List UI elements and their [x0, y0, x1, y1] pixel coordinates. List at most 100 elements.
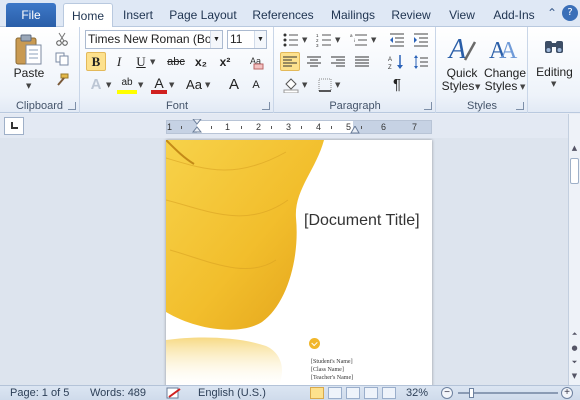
multilevel-list-button[interactable]: ai [347, 31, 371, 49]
scroll-up-icon[interactable]: ▲ [570, 144, 579, 154]
text-effects-button[interactable]: A [86, 75, 106, 94]
web-layout-view-icon[interactable] [346, 387, 360, 399]
tab-review[interactable]: Review [388, 3, 434, 27]
bullets-dropdown-icon[interactable]: ▼ [302, 36, 307, 44]
clipboard-launcher-icon[interactable] [68, 102, 76, 110]
chevron-down-icon: ▼ [210, 31, 222, 48]
change-case-button[interactable]: Aa [183, 75, 205, 94]
underline-button[interactable]: U [132, 52, 150, 71]
scroll-down-icon[interactable]: ▼ [570, 372, 579, 382]
borders-button[interactable] [315, 75, 335, 94]
shading-dropdown-icon[interactable]: ▼ [302, 81, 307, 89]
print-layout-view-icon[interactable] [310, 387, 324, 399]
increase-indent-button[interactable] [411, 31, 431, 49]
underline-dropdown-icon[interactable]: ▼ [150, 58, 155, 66]
ruler-right-margin [353, 121, 431, 133]
show-formatting-button[interactable]: ¶ [387, 75, 407, 94]
bullets-button[interactable] [280, 31, 302, 49]
tab-insert[interactable]: Insert [117, 3, 159, 27]
text-effects-dropdown-icon[interactable]: ▼ [106, 81, 111, 89]
strikethrough-button[interactable]: abc [165, 52, 187, 71]
vertical-scrollbar[interactable]: ▲ ⏶ ● ⏷ ▼ [568, 114, 580, 385]
document-page[interactable]: [Document Title] [Student's Name] [Class… [166, 140, 432, 385]
styles-launcher-icon[interactable] [516, 102, 524, 110]
help-icon[interactable]: ? [562, 5, 578, 21]
minimize-ribbon-icon[interactable]: ⌃ [544, 5, 560, 21]
align-right-button[interactable] [328, 52, 348, 71]
tab-mailings[interactable]: Mailings [325, 3, 381, 27]
zoom-level[interactable]: 32% [406, 386, 428, 400]
italic-button[interactable]: I [110, 52, 128, 71]
previous-page-icon[interactable]: ⏶ [570, 330, 579, 340]
font-launcher-icon[interactable] [262, 102, 270, 110]
horizontal-ruler[interactable]: 1 1 2 3 4 5 6 7 [166, 119, 432, 134]
tab-add-ins[interactable]: Add-Ins [488, 3, 540, 27]
highlight-button[interactable]: ab [117, 75, 137, 94]
proofing-icon[interactable] [166, 387, 182, 400]
paragraph-launcher-icon[interactable] [424, 102, 432, 110]
zoom-out-icon[interactable]: − [441, 387, 453, 399]
shading-button[interactable] [280, 75, 302, 94]
tab-selector[interactable] [4, 117, 24, 135]
page-count[interactable]: Page: 1 of 5 [10, 386, 69, 400]
draft-view-icon[interactable] [382, 387, 396, 399]
language-indicator[interactable]: English (U.S.) [198, 386, 266, 400]
quick-styles-dropdown-icon[interactable]: ▼ [475, 83, 480, 91]
editing-button[interactable] [535, 30, 573, 64]
student-name-field[interactable]: [Student's Name] [311, 358, 353, 366]
next-page-icon[interactable]: ⏷ [570, 358, 579, 368]
font-family-select[interactable]: Times New Roman (Body ▼ [85, 30, 223, 49]
bold-button[interactable]: B [86, 52, 106, 71]
tab-references[interactable]: References [248, 3, 318, 27]
paste-button[interactable] [8, 30, 50, 70]
teacher-name-field[interactable]: [Teacher's Name] [311, 374, 353, 382]
student-info-block[interactable]: [Student's Name] [Class Name] [Teacher's… [311, 358, 353, 382]
numbering-dropdown-icon[interactable]: ▼ [335, 36, 340, 44]
align-center-button[interactable] [304, 52, 324, 71]
zoom-in-icon[interactable]: + [561, 387, 573, 399]
word-count[interactable]: Words: 489 [90, 386, 146, 400]
change-styles-dropdown-icon[interactable]: ▼ [520, 83, 525, 91]
borders-dropdown-icon[interactable]: ▼ [335, 81, 340, 89]
align-left-button[interactable] [280, 52, 300, 71]
editing-dropdown-icon[interactable]: ▼ [551, 80, 556, 88]
right-indent-marker-icon[interactable] [350, 126, 360, 134]
tab-view[interactable]: View [444, 3, 480, 27]
font-color-button[interactable]: A [151, 75, 167, 94]
decrease-indent-button[interactable] [387, 31, 407, 49]
sort-icon: AZ [388, 54, 403, 70]
shrink-font-button[interactable]: A [247, 75, 265, 94]
copy-button[interactable] [54, 51, 70, 67]
select-browse-object-icon[interactable]: ● [570, 344, 579, 354]
outline-view-icon[interactable] [364, 387, 378, 399]
class-name-field[interactable]: [Class Name] [311, 366, 353, 374]
tab-page-layout[interactable]: Page Layout [166, 3, 240, 27]
subscript-button[interactable]: x₂ [191, 52, 211, 71]
file-tab[interactable]: File [6, 3, 56, 27]
multilevel-dropdown-icon[interactable]: ▼ [371, 36, 376, 44]
grow-font-button[interactable]: A [225, 75, 243, 94]
numbering-button[interactable]: 123 [313, 31, 335, 49]
editing-label: Editing [536, 65, 573, 79]
font-size-select[interactable]: 11 ▼ [227, 30, 267, 49]
full-screen-reading-view-icon[interactable] [328, 387, 342, 399]
scroll-thumb[interactable] [570, 158, 579, 184]
paste-dropdown-icon[interactable]: ▼ [26, 82, 31, 90]
clear-formatting-button[interactable]: Aa [247, 52, 267, 71]
highlight-dropdown-icon[interactable]: ▼ [138, 81, 143, 89]
line-spacing-button[interactable] [411, 52, 431, 71]
first-line-indent-marker-icon[interactable] [192, 119, 202, 133]
paste-label[interactable]: Paste [8, 67, 50, 80]
superscript-button[interactable]: x² [215, 52, 235, 71]
justify-button[interactable] [352, 52, 372, 71]
format-painter-button[interactable] [54, 72, 70, 88]
font-color-dropdown-icon[interactable]: ▼ [169, 81, 174, 89]
change-case-dropdown-icon[interactable]: ▼ [205, 81, 210, 89]
paint-bucket-icon [283, 77, 299, 93]
sort-button[interactable]: AZ [385, 52, 409, 71]
cut-button[interactable] [54, 31, 70, 47]
ruler-number: 6 [381, 122, 387, 132]
tab-home[interactable]: Home [63, 3, 113, 28]
document-title[interactable]: [Document Title] [304, 212, 420, 230]
zoom-slider-thumb[interactable] [469, 388, 475, 398]
